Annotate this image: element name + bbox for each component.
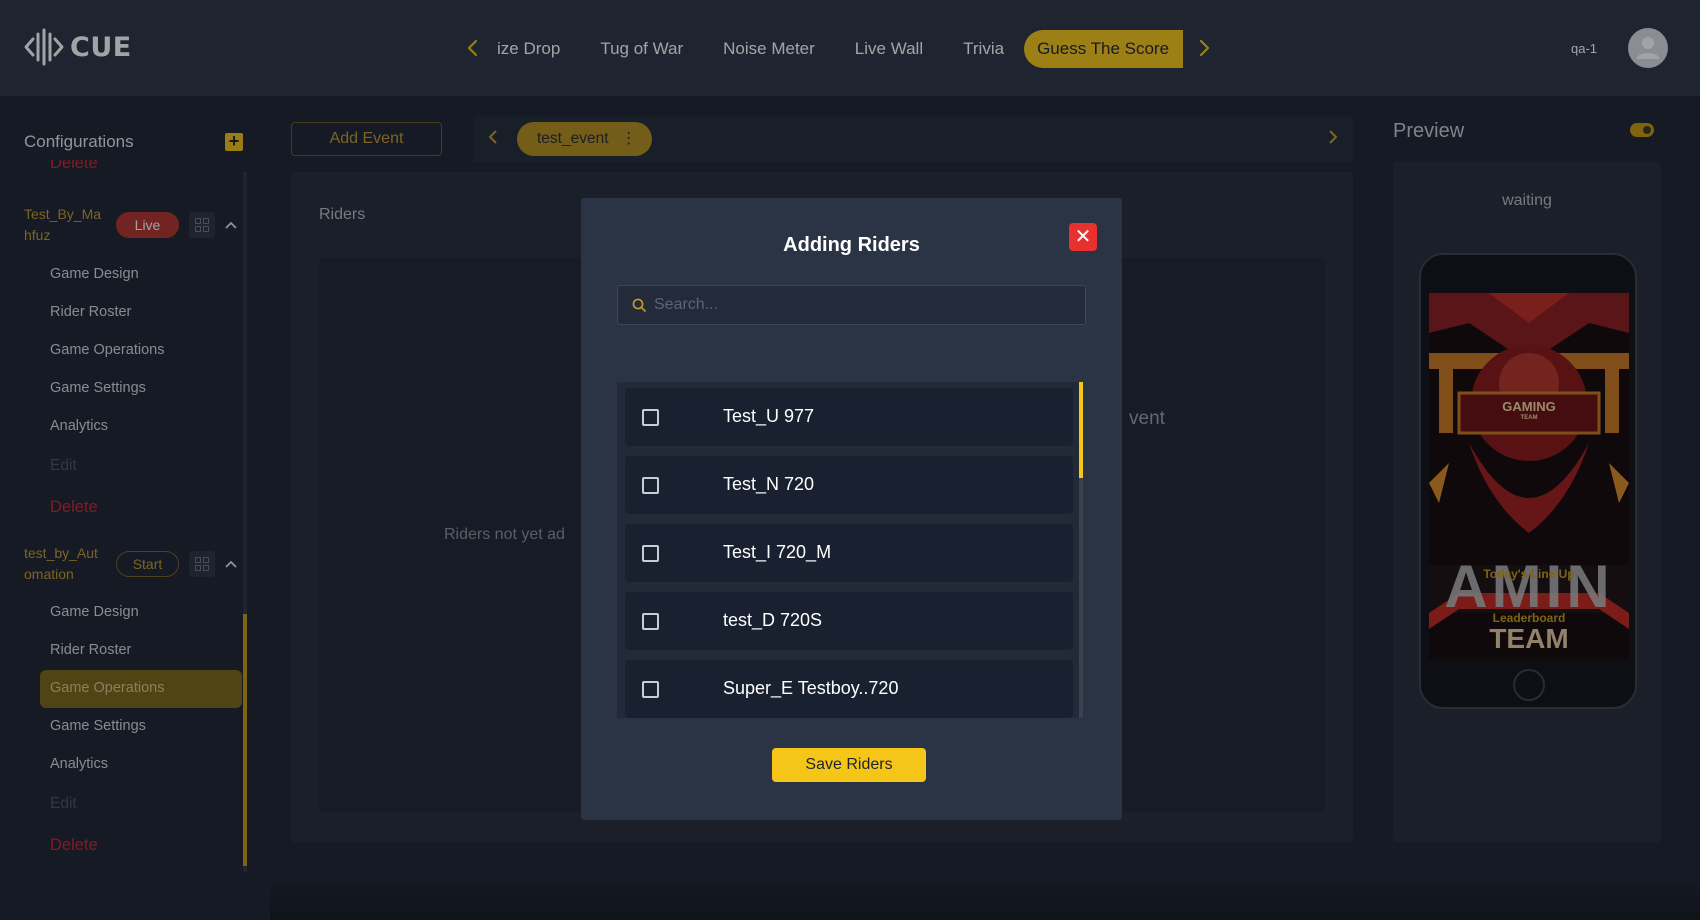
rider-name: Test_U 977: [723, 406, 815, 426]
search-icon: [632, 298, 646, 312]
close-icon[interactable]: ✕: [1069, 223, 1097, 251]
rider-name: Test_I 720_M: [723, 542, 832, 562]
save-riders-button[interactable]: Save Riders: [772, 748, 926, 782]
rider-name: test_D 720S: [723, 610, 823, 630]
rider-checkbox[interactable]: [642, 613, 659, 630]
adding-riders-modal: Adding Riders ✕ Test_U 977 Test_N 720 Te…: [581, 198, 1122, 820]
rider-row[interactable]: Test_I 720_M: [625, 524, 1073, 582]
rider-checkbox[interactable]: [642, 681, 659, 698]
rider-name: Super_E Testboy..720: [723, 678, 899, 698]
rider-row[interactable]: test_D 720S: [625, 592, 1073, 650]
rider-row[interactable]: Test_U 977: [625, 388, 1073, 446]
riders-list-scroll-thumb[interactable]: [1079, 382, 1083, 478]
riders-list: Test_U 977 Test_N 720 Test_I 720_M test_…: [617, 382, 1082, 718]
rider-name: Test_N 720: [723, 474, 815, 494]
rider-checkbox[interactable]: [642, 409, 659, 426]
rider-checkbox[interactable]: [642, 477, 659, 494]
modal-title: Adding Riders: [783, 234, 920, 256]
search-input[interactable]: [654, 286, 1074, 324]
rider-checkbox[interactable]: [642, 545, 659, 562]
rider-row[interactable]: Super_E Testboy..720: [625, 660, 1073, 718]
search-field[interactable]: [617, 285, 1086, 325]
rider-row[interactable]: Test_N 720: [625, 456, 1073, 514]
